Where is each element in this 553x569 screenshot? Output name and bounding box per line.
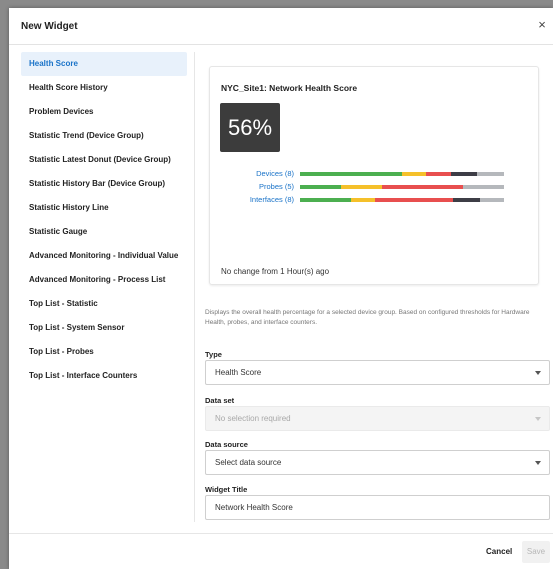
- type-select[interactable]: Health Score: [205, 360, 550, 385]
- health-bar-segment: [479, 198, 504, 202]
- close-icon[interactable]: ×: [535, 18, 549, 32]
- new-widget-dialog: New Widget × Health Score Health Score H…: [9, 8, 553, 569]
- health-bar-segment: [381, 185, 464, 189]
- interfaces-link[interactable]: Interfaces (8): [250, 195, 294, 205]
- widget-type-list: Health Score Health Score History Proble…: [17, 52, 195, 522]
- health-bar-segment: [426, 172, 451, 176]
- health-bar-segment: [477, 172, 504, 176]
- devices-link[interactable]: Devices (8): [256, 169, 294, 179]
- preview-title: NYC_Site1: Network Health Score: [221, 83, 358, 93]
- chevron-down-icon: [535, 417, 541, 421]
- health-bar-segment: [340, 185, 382, 189]
- health-score-value: 56%: [220, 103, 280, 152]
- sidebar-item-advanced-individual-value[interactable]: Advanced Monitoring - Individual Value: [21, 244, 187, 268]
- chevron-down-icon: [535, 371, 541, 375]
- save-button[interactable]: Save: [522, 541, 550, 563]
- health-bar-segment: [450, 172, 478, 176]
- sidebar-item-statistic-gauge[interactable]: Statistic Gauge: [21, 220, 187, 244]
- dataset-select: No selection required: [205, 406, 550, 431]
- sidebar-item-statistic-trend[interactable]: Statistic Trend (Device Group): [21, 124, 187, 148]
- sidebar-item-top-list-probes[interactable]: Top List - Probes: [21, 340, 187, 364]
- sidebar-item-top-list-interface-counters[interactable]: Top List - Interface Counters: [21, 364, 187, 388]
- type-select-value: Health Score: [215, 368, 262, 377]
- health-bar-row: Devices (8): [210, 169, 510, 179]
- widget-title-input[interactable]: [205, 495, 550, 520]
- dialog-header: New Widget ×: [9, 8, 553, 45]
- widget-title-label: Widget Title: [205, 485, 248, 494]
- health-bar-row: Probes (5): [210, 182, 510, 192]
- dialog-footer: Cancel Save: [9, 533, 553, 569]
- sidebar-item-statistic-history-bar[interactable]: Statistic History Bar (Device Group): [21, 172, 187, 196]
- sidebar-item-advanced-process-list[interactable]: Advanced Monitoring - Process List: [21, 268, 187, 292]
- probes-health-bar: [300, 185, 504, 189]
- health-bar-segment: [351, 198, 376, 202]
- health-bar-segment: [402, 172, 427, 176]
- health-bar-segment: [452, 198, 480, 202]
- dataset-select-value: No selection required: [215, 414, 291, 423]
- datasource-label: Data source: [205, 440, 248, 449]
- sidebar-item-statistic-history-line[interactable]: Statistic History Line: [21, 196, 187, 220]
- sidebar-item-top-list-statistic[interactable]: Top List - Statistic: [21, 292, 187, 316]
- interfaces-health-bar: [300, 198, 504, 202]
- widget-preview-card: NYC_Site1: Network Health Score 56% Devi…: [209, 66, 539, 285]
- sidebar-item-health-score[interactable]: Health Score: [21, 52, 187, 76]
- sidebar-item-health-score-history[interactable]: Health Score History: [21, 76, 187, 100]
- health-bar-segment: [300, 185, 341, 189]
- cancel-button[interactable]: Cancel: [486, 547, 512, 556]
- sidebar-item-problem-devices[interactable]: Problem Devices: [21, 100, 187, 124]
- health-bar-segment: [463, 185, 504, 189]
- probes-link[interactable]: Probes (5): [259, 182, 294, 192]
- type-label: Type: [205, 350, 222, 359]
- widget-config-panel: NYC_Site1: Network Health Score 56% Devi…: [196, 52, 553, 522]
- devices-health-bar: [300, 172, 504, 176]
- chevron-down-icon: [535, 461, 541, 465]
- datasource-select-value: Select data source: [215, 458, 282, 467]
- dialog-title: New Widget: [21, 21, 78, 32]
- datasource-select[interactable]: Select data source: [205, 450, 550, 475]
- sidebar-item-top-list-system-sensor[interactable]: Top List - System Sensor: [21, 316, 187, 340]
- change-note: No change from 1 Hour(s) ago: [221, 267, 330, 276]
- health-bar-segment: [300, 172, 402, 176]
- health-bar-segment: [375, 198, 453, 202]
- dataset-label: Data set: [205, 396, 235, 405]
- health-bar-row: Interfaces (8): [210, 195, 510, 205]
- sidebar-item-statistic-latest-donut[interactable]: Statistic Latest Donut (Device Group): [21, 148, 187, 172]
- widget-description: Displays the overall health percentage f…: [205, 309, 530, 326]
- health-bar-segment: [300, 198, 351, 202]
